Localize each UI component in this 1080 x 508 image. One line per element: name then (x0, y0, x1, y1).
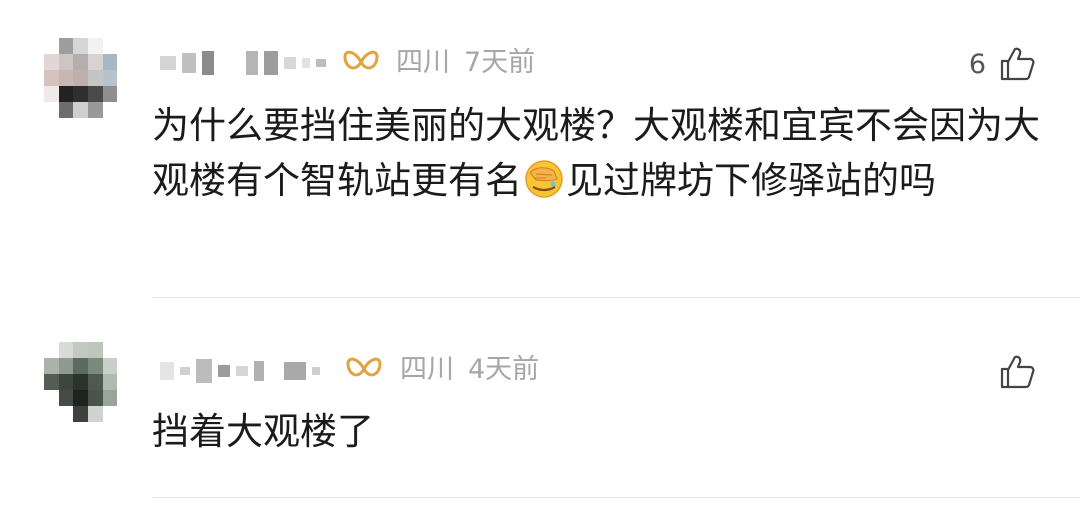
vip-badge-icon (346, 357, 382, 377)
thumbs-up-icon (1000, 355, 1035, 389)
vip-badge-icon (343, 50, 379, 70)
comment-item: 四川 7天前 6 为什么要挡住美丽的大观楼？大观楼和宜宾不会因为大观楼有个智轨站更… (0, 0, 1080, 298)
avatar[interactable] (44, 38, 132, 118)
region-label: 四川 (400, 354, 454, 385)
facepalm-emoji-icon (525, 160, 563, 198)
username-blurred[interactable] (160, 48, 326, 78)
thumbs-up-icon (1000, 47, 1035, 81)
username-blurred[interactable] (160, 356, 320, 386)
comment-text: 挡着大观楼了 (152, 404, 1042, 459)
comment-text-part: 见过牌坊下修驿站的吗 (566, 159, 936, 202)
timestamp: 4天前 (468, 354, 540, 385)
like-count: 6 (968, 48, 986, 80)
comment-text: 为什么要挡住美丽的大观楼？大观楼和宜宾不会因为大观楼有个智轨站更有名 见过牌坊下… (152, 98, 1042, 208)
avatar[interactable] (44, 342, 132, 422)
timestamp: 7天前 (464, 47, 536, 78)
comment-text-part: 挡着大观楼了 (152, 410, 374, 453)
like-button[interactable]: 6 (969, 44, 1036, 84)
comment-item: 四川 4天前 挡着大观楼了 (0, 298, 1080, 498)
like-button[interactable] (986, 352, 1036, 392)
region-label: 四川 (396, 47, 450, 78)
comment-meta: 四川 4天前 (400, 353, 539, 387)
divider (152, 497, 1080, 498)
comment-meta: 四川 7天前 (396, 46, 535, 80)
